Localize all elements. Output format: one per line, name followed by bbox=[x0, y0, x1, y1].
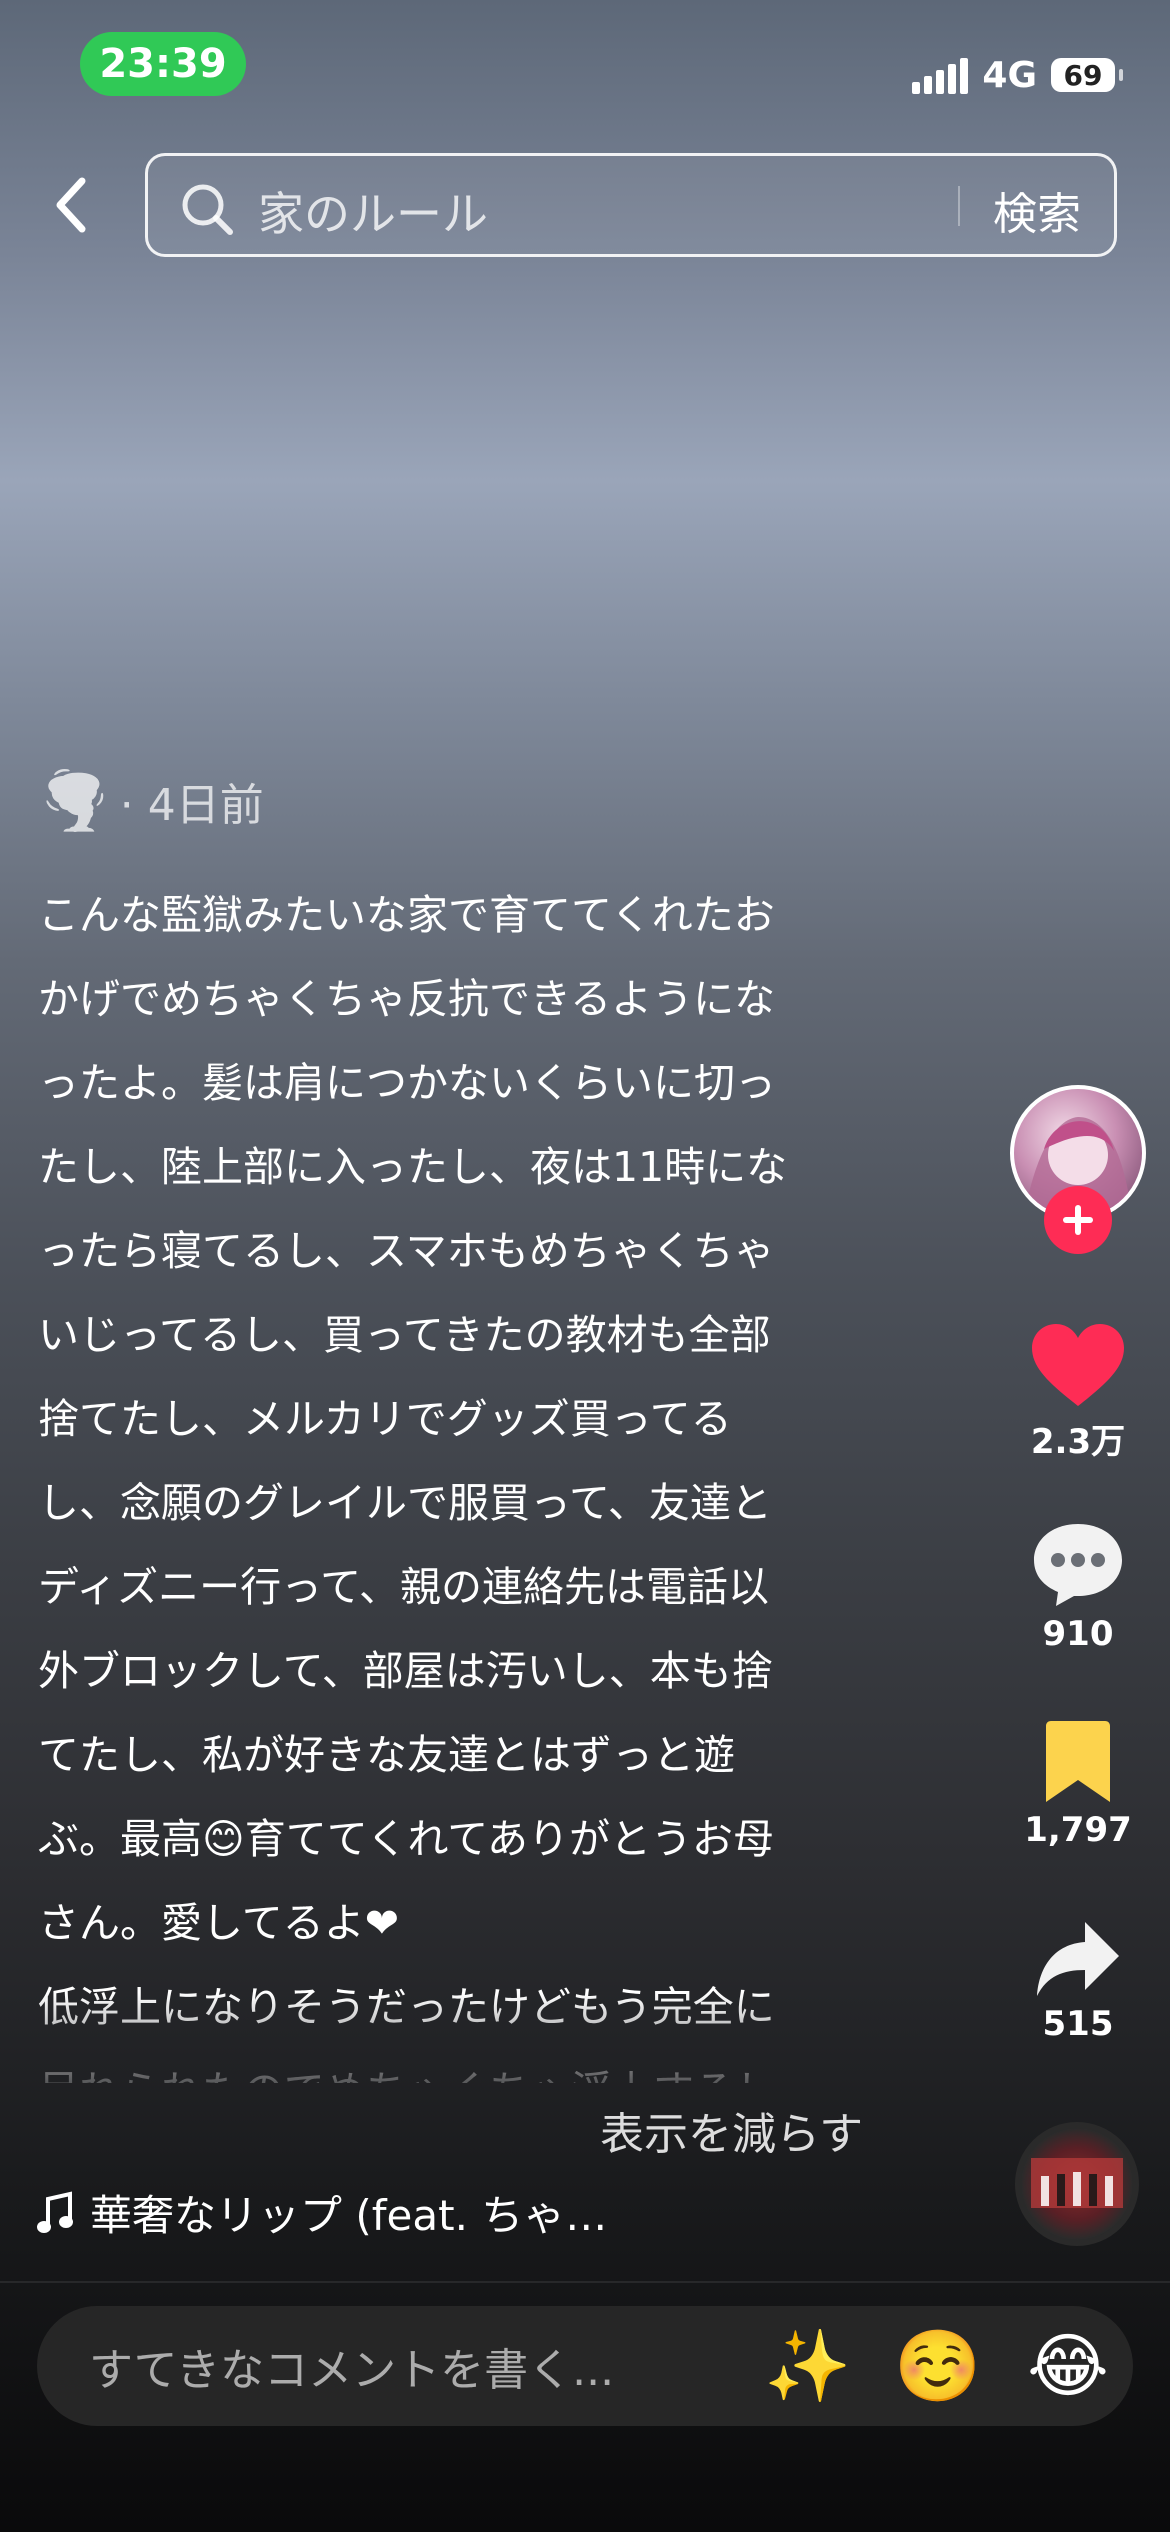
comment-input-bar[interactable]: すてきなコメントを書く... ✨ ☺️ 😂 bbox=[37, 2306, 1133, 2426]
status-time: 23:39 bbox=[80, 32, 246, 96]
plus-icon bbox=[1063, 1205, 1093, 1235]
comment-button[interactable]: 910 bbox=[1020, 1520, 1136, 1654]
share-button[interactable]: 515 bbox=[1020, 1918, 1136, 2044]
share-count: 515 bbox=[1042, 2004, 1114, 2044]
like-button[interactable]: 2.3万 bbox=[1020, 1322, 1136, 1463]
divider bbox=[0, 2281, 1170, 2283]
comment-input[interactable]: すてきなコメントを書く... bbox=[89, 2334, 743, 2398]
chevron-left-icon bbox=[56, 177, 86, 233]
music-row[interactable]: 華奢なリップ (feat. ちゃ… bbox=[36, 2182, 607, 2243]
search-input[interactable]: 家のルール bbox=[258, 178, 488, 244]
author-icon[interactable]: 🌪️ bbox=[40, 768, 110, 834]
status-icons: 4G 69 bbox=[912, 50, 1123, 100]
signal-icon bbox=[912, 56, 969, 94]
laughing-emoji-button[interactable]: 😂 bbox=[1003, 2325, 1133, 2407]
post-caption: こんな監獄みたいな家で育ててくれたお かげでめちゃくちゃ反抗できるようにな った… bbox=[38, 891, 788, 2083]
bookmark-icon bbox=[1046, 1721, 1110, 1802]
post-meta: 🌪️ · 4日前 bbox=[40, 768, 264, 834]
post-time: · 4日前 bbox=[119, 780, 264, 831]
music-title: 華奢なリップ (feat. ちゃ… bbox=[90, 2191, 608, 2240]
search-bar[interactable]: 家のルール 検索 bbox=[145, 153, 1117, 257]
network-type: 4G bbox=[982, 54, 1037, 96]
smiling-emoji-button[interactable]: ☺️ bbox=[873, 2325, 1003, 2408]
search-divider bbox=[958, 186, 960, 226]
share-arrow-icon bbox=[1037, 1922, 1119, 1996]
heart-icon bbox=[1032, 1324, 1124, 1406]
save-button[interactable]: 1,797 bbox=[1020, 1720, 1136, 1850]
like-count: 2.3万 bbox=[1030, 1422, 1126, 1462]
comment-icon bbox=[1034, 1524, 1122, 1606]
sparkles-emoji-button[interactable]: ✨ bbox=[743, 2325, 873, 2408]
music-disc[interactable] bbox=[1015, 2122, 1139, 2246]
music-note-icon bbox=[37, 2190, 73, 2233]
search-button[interactable]: 検索 bbox=[993, 178, 1081, 242]
music-disc-image bbox=[1031, 2158, 1123, 2208]
back-button[interactable] bbox=[40, 170, 100, 240]
battery-icon: 69 bbox=[1051, 58, 1123, 92]
show-less-button[interactable]: 表示を減らす bbox=[600, 2098, 863, 2162]
comment-count: 910 bbox=[1042, 1614, 1114, 1654]
save-count: 1,797 bbox=[1024, 1810, 1132, 1850]
follow-button[interactable] bbox=[1044, 1186, 1112, 1254]
search-icon bbox=[182, 184, 233, 235]
